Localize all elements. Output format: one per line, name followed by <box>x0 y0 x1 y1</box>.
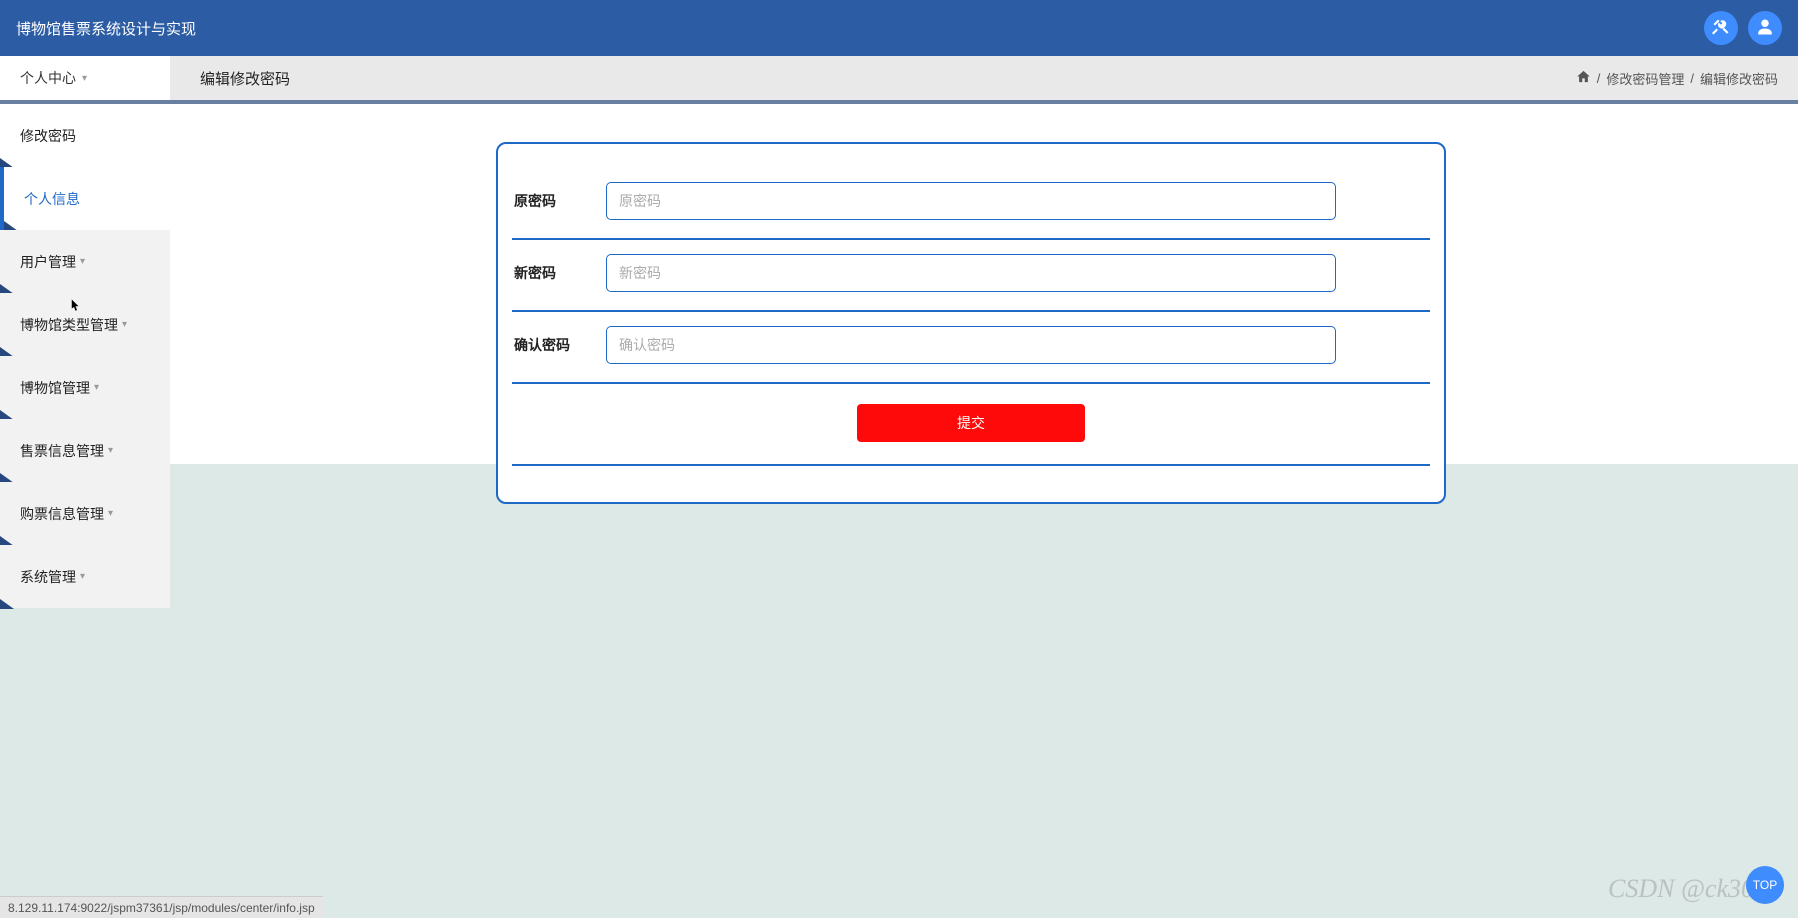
app-title: 博物馆售票系统设计与实现 <box>16 18 196 39</box>
label-old-password: 原密码 <box>512 191 592 211</box>
subheader-left-dropdown[interactable]: 个人中心 ▾ <box>0 56 170 100</box>
sidebar-item-7[interactable]: 系统管理 ▾ <box>0 545 170 608</box>
sidebar-item-label: 用户管理 <box>20 252 76 272</box>
header-user-button[interactable] <box>1748 11 1782 45</box>
status-bar-text: 8.129.11.174:9022/jspm37361/jsp/modules/… <box>8 901 315 915</box>
status-bar: 8.129.11.174:9022/jspm37361/jsp/modules/… <box>0 896 323 918</box>
form-row-new-password: 新密码 <box>512 240 1430 312</box>
sidebar-item-2[interactable]: 用户管理 ▾ <box>0 230 170 293</box>
breadcrumb-sep: / <box>1597 71 1601 86</box>
sidebar-item-5[interactable]: 售票信息管理 ▾ <box>0 419 170 482</box>
chevron-down-icon: ▾ <box>108 445 113 456</box>
main-area: 原密码 新密码 确认密码 提交 <box>170 104 1798 918</box>
sidebar-item-label: 博物馆类型管理 <box>20 315 118 335</box>
app-root: 博物馆售票系统设计与实现 个人中心 ▾ 编辑修改密码 / <box>0 0 1798 918</box>
crossed-tools-icon <box>1712 18 1730 39</box>
password-form-card: 原密码 新密码 确认密码 提交 <box>496 142 1446 504</box>
chevron-down-icon: ▾ <box>108 508 113 519</box>
home-icon[interactable] <box>1576 69 1591 87</box>
chevron-down-icon: ▾ <box>94 382 99 393</box>
sidebar-item-6[interactable]: 购票信息管理 ▾ <box>0 482 170 545</box>
header-settings-button[interactable] <box>1704 11 1738 45</box>
sidebar-item-label: 修改密码 <box>20 126 76 146</box>
form-row-confirm-password: 确认密码 <box>512 312 1430 384</box>
scroll-top-button[interactable]: TOP <box>1746 866 1784 904</box>
user-icon <box>1756 18 1774 39</box>
corner-accent <box>0 599 14 609</box>
chevron-down-icon: ▾ <box>122 319 127 330</box>
sidebar: 修改密码个人信息用户管理▾博物馆类型管理▾博物馆管理▾售票信息管理▾购票信息管理… <box>0 104 170 918</box>
input-old-password[interactable] <box>606 182 1336 220</box>
input-new-password[interactable] <box>606 254 1336 292</box>
form-row-old-password: 原密码 <box>512 168 1430 240</box>
label-new-password: 新密码 <box>512 263 592 283</box>
chevron-down-icon: ▾ <box>82 73 87 84</box>
sidebar-item-label: 博物馆管理 <box>20 378 90 398</box>
label-confirm-password: 确认密码 <box>512 335 592 355</box>
sidebar-item-0[interactable]: 修改密码 <box>0 104 170 167</box>
sidebar-item-1[interactable]: 个人信息 <box>0 167 170 230</box>
chevron-down-icon: ▾ <box>80 571 85 582</box>
submit-row: 提交 <box>512 384 1430 466</box>
submit-button[interactable]: 提交 <box>857 404 1085 442</box>
page-title: 编辑修改密码 <box>200 68 290 89</box>
sidebar-item-4[interactable]: 博物馆管理 ▾ <box>0 356 170 419</box>
sidebar-item-label: 购票信息管理 <box>20 504 104 524</box>
sidebar-item-label: 系统管理 <box>20 567 76 587</box>
breadcrumb: / 修改密码管理 / 编辑修改密码 <box>1576 69 1778 88</box>
app-header: 博物馆售票系统设计与实现 <box>0 0 1798 56</box>
header-actions <box>1704 11 1782 45</box>
sidebar-item-label: 售票信息管理 <box>20 441 104 461</box>
body: 修改密码个人信息用户管理▾博物馆类型管理▾博物馆管理▾售票信息管理▾购票信息管理… <box>0 104 1798 918</box>
input-confirm-password[interactable] <box>606 326 1336 364</box>
breadcrumb-item-2: 编辑修改密码 <box>1700 69 1778 88</box>
sidebar-item-3[interactable]: 博物馆类型管理 ▾ <box>0 293 170 356</box>
fab-label: TOP <box>1753 878 1777 892</box>
chevron-down-icon: ▾ <box>80 256 85 267</box>
breadcrumb-item-1[interactable]: 修改密码管理 <box>1606 69 1684 88</box>
subheader: 个人中心 ▾ 编辑修改密码 / 修改密码管理 / 编辑修改密码 <box>0 56 1798 104</box>
sidebar-item-label: 个人信息 <box>24 189 80 209</box>
breadcrumb-sep: / <box>1690 71 1694 86</box>
subheader-left-label: 个人中心 <box>20 68 76 88</box>
